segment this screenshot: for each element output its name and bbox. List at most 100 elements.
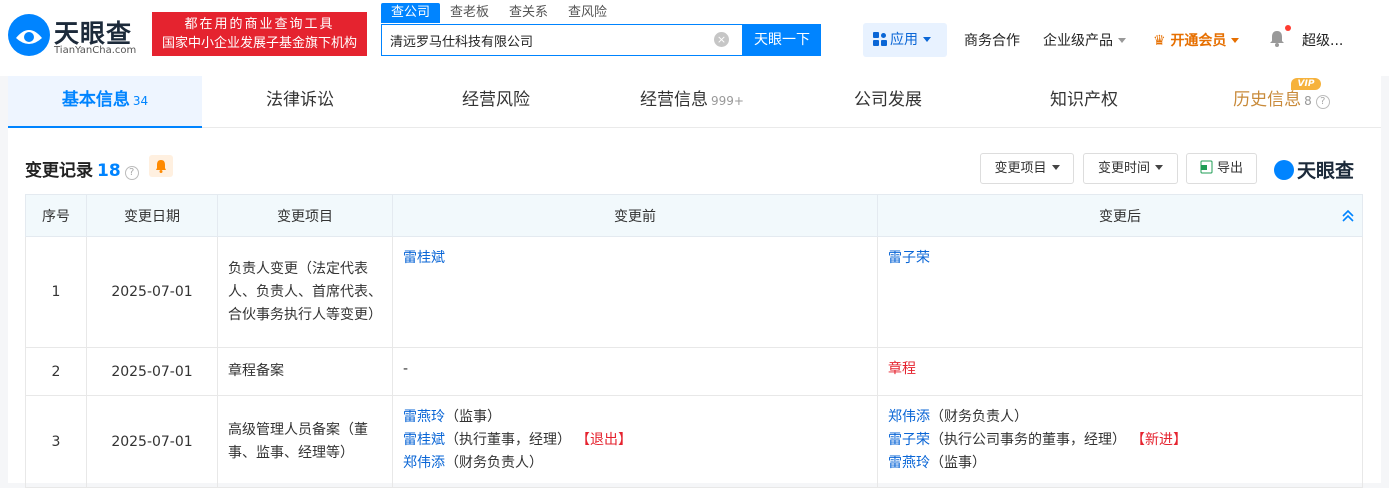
logo-eye-icon <box>8 14 50 56</box>
table-row: 2 2025-07-01 章程备案 - 章程 <box>25 347 1363 396</box>
tab-basic-info[interactable]: 基本信息 34 <box>8 76 202 128</box>
before-cell: 雷燕玲（监事） 雷桂斌（执行董事，经理） 【退出】 郑伟添（财务负责人） <box>392 395 878 488</box>
person-link[interactable]: 雷燕玲 <box>888 455 930 471</box>
tab-legal[interactable]: 法律诉讼 <box>202 76 398 128</box>
person-role: （执行公司事务的董事，经理） <box>930 432 1126 448</box>
tab-ip[interactable]: 知识产权 <box>986 76 1182 128</box>
nav-business[interactable]: 商务合作 <box>964 30 1020 50</box>
table-row: 1 2025-07-01 负责人变更（法定代表人、负责人、首席代表、合伙事务执行… <box>25 236 1363 348</box>
dropdown-label: 变更项目 <box>994 161 1047 176</box>
top-header: 天眼查 TianYanCha.com 都在用的商业查询工具 国家中小企业发展子基… <box>0 0 1389 76</box>
nav-enterprise-label: 企业级产品 <box>1043 33 1113 49</box>
search-tab-relation[interactable]: 查关系 <box>499 3 558 23</box>
tab-count: 8 <box>1304 94 1312 108</box>
tab-history[interactable]: 历史信息 8? <box>1182 76 1381 128</box>
dropdown-label: 变更时间 <box>1097 161 1150 176</box>
person-entry: 雷桂斌（执行董事，经理） 【退出】 <box>403 429 867 452</box>
table-header-row: 序号 变更日期 变更项目 变更前 变更后 <box>25 194 1363 237</box>
bell-icon[interactable] <box>1268 29 1286 47</box>
logo-eye-icon <box>1274 160 1294 180</box>
person-link[interactable]: 郑伟添 <box>403 455 445 471</box>
person-entry: 郑伟添（财务负责人） <box>403 452 867 475</box>
person-link[interactable]: 雷子荣 <box>888 250 930 266</box>
person-link[interactable]: 郑伟添 <box>888 409 930 425</box>
tab-count: 34 <box>132 94 149 108</box>
nav-vip[interactable]: ♛ 开通会员 <box>1153 30 1240 50</box>
tab-development[interactable]: 公司发展 <box>790 76 986 128</box>
person-link[interactable]: 雷燕玲 <box>403 409 445 425</box>
help-icon[interactable]: ? <box>1315 95 1330 109</box>
user-menu[interactable]: 超级... <box>1302 30 1343 50</box>
tab-label: 法律诉讼 <box>266 90 334 110</box>
person-role: （财务负责人） <box>445 455 543 471</box>
person-role: （财务负责人） <box>930 409 1028 425</box>
vip-badge: VIP <box>1291 78 1321 90</box>
nav-enterprise-products[interactable]: 企业级产品 <box>1043 30 1126 50</box>
logo-domain: TianYanCha.com <box>54 45 137 56</box>
clear-icon[interactable]: × <box>714 32 729 47</box>
tab-count: 999+ <box>711 94 744 108</box>
person-entry: 雷子荣（执行公司事务的董事，经理） 【新进】 <box>888 429 1352 452</box>
col-header: 序号 <box>25 194 87 237</box>
person-link[interactable]: 雷桂斌 <box>403 432 445 448</box>
export-label: 导出 <box>1216 161 1243 176</box>
search-tab-company[interactable]: 查公司 <box>381 3 441 23</box>
col-header: 变更日期 <box>86 194 218 237</box>
tab-label: 经营风险 <box>462 90 530 110</box>
chevron-down-icon <box>1231 38 1240 43</box>
tianyancha-logo[interactable]: 天眼查 TianYanCha.com <box>8 12 148 62</box>
person-entry: 雷燕玲（监事） <box>403 406 867 429</box>
change-item: 负责人变更（法定代表人、负责人、首席代表、合伙事务执行人等变更） <box>217 236 393 348</box>
export-button[interactable]: 导出 <box>1186 153 1257 184</box>
change-item: 高级管理人员备案（董事、监事、经理等） <box>217 395 393 488</box>
filter-change-time-dropdown[interactable]: 变更时间 <box>1083 153 1178 184</box>
after-cell: 雷子荣 <box>877 236 1363 348</box>
chevron-down-icon <box>1051 165 1060 170</box>
change-date: 2025-07-01 <box>86 347 218 396</box>
change-date: 2025-07-01 <box>86 236 218 348</box>
person-role: （监事） <box>930 455 986 471</box>
table-row: 3 2025-07-01 高级管理人员备案（董事、监事、经理等） 雷燕玲（监事）… <box>25 395 1363 488</box>
status-tag: 【退出】 <box>583 432 632 448</box>
row-number: 2 <box>25 347 87 396</box>
change-date: 2025-07-01 <box>86 395 218 488</box>
subscribe-alert-button[interactable] <box>149 155 173 177</box>
excel-icon <box>1200 160 1213 174</box>
notification-dot <box>1285 25 1291 31</box>
tab-label: 基本信息 <box>61 90 130 110</box>
tab-label: 知识产权 <box>1050 90 1118 110</box>
search-tab-risk[interactable]: 查风险 <box>558 3 617 23</box>
chevron-down-icon <box>923 37 931 42</box>
company-tabs: 基本信息 34 法律诉讼 经营风险 经营信息 999+ 公司发展 知识产权 历史信息… <box>8 76 1381 128</box>
brand-watermark: 天眼查 <box>1274 156 1354 183</box>
help-icon[interactable]: ? <box>124 166 139 180</box>
status-tag: 【新进】 <box>1138 432 1187 448</box>
search-type-tabs: 查公司 查老板 查关系 查风险 <box>381 3 617 23</box>
collapse-up-icon[interactable] <box>1341 209 1355 223</box>
apps-button[interactable]: 应用 <box>863 23 947 57</box>
search-tab-boss[interactable]: 查老板 <box>440 3 499 23</box>
tab-label: 经营信息 <box>640 90 709 110</box>
chevron-down-icon <box>1155 165 1163 170</box>
brand-name: 天眼查 <box>1297 160 1355 182</box>
tab-label: 历史信息 <box>1233 90 1302 110</box>
crown-icon: ♛ <box>1153 33 1166 49</box>
nav-vip-label: 开通会员 <box>1170 33 1227 49</box>
person-entry: 郑伟添（财务负责人） <box>888 406 1352 429</box>
slogan-line-2: 国家中小企业发展子基金旗下机构 <box>161 36 357 51</box>
filter-change-item-dropdown[interactable]: 变更项目 <box>980 153 1074 184</box>
tab-risk[interactable]: 经营风险 <box>398 76 594 128</box>
change-record-table: 序号 变更日期 变更项目 变更前 变更后 1 2025-07-01 负责人变更（… <box>25 194 1363 488</box>
search-button[interactable]: 天眼一下 <box>743 24 821 56</box>
before-cell: - <box>392 347 878 396</box>
charter-link[interactable]: 章程 <box>888 361 916 377</box>
apps-label: 应用 <box>890 32 918 48</box>
slogan-line-1: 都在用的商业查询工具 <box>184 17 335 32</box>
person-link[interactable]: 雷子荣 <box>888 432 930 448</box>
before-cell: 雷桂斌 <box>392 236 878 348</box>
row-number: 3 <box>25 395 87 488</box>
col-header: 变更前 <box>392 194 878 237</box>
search-input[interactable] <box>390 25 710 55</box>
tab-operation[interactable]: 经营信息 999+ <box>594 76 790 128</box>
person-link[interactable]: 雷桂斌 <box>403 250 445 266</box>
